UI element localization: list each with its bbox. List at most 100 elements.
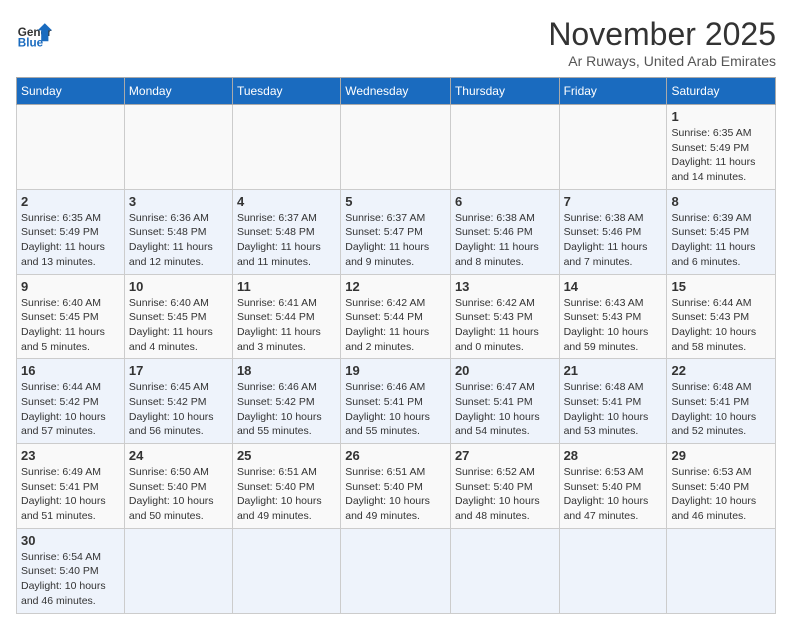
day-number: 28 — [564, 448, 663, 463]
weekday-thursday: Thursday — [450, 78, 559, 105]
calendar-cell: 2 Sunrise: 6:35 AM Sunset: 5:49 PM Daylig… — [17, 189, 125, 274]
day-number: 10 — [129, 279, 228, 294]
day-info: Sunrise: 6:46 AM Sunset: 5:41 PM Dayligh… — [345, 380, 446, 439]
calendar-cell — [124, 528, 232, 613]
weekday-friday: Friday — [559, 78, 667, 105]
calendar-cell: 28 Sunrise: 6:53 AM Sunset: 5:40 PM Dayli… — [559, 444, 667, 529]
day-number: 8 — [671, 194, 771, 209]
day-info: Sunrise: 6:46 AM Sunset: 5:42 PM Dayligh… — [237, 380, 336, 439]
calendar-cell — [341, 105, 451, 190]
day-info: Sunrise: 6:54 AM Sunset: 5:40 PM Dayligh… — [21, 550, 120, 609]
day-number: 30 — [21, 533, 120, 548]
day-number: 22 — [671, 363, 771, 378]
weekday-tuesday: Tuesday — [232, 78, 340, 105]
calendar-cell — [232, 528, 340, 613]
calendar-cell: 7 Sunrise: 6:38 AM Sunset: 5:46 PM Daylig… — [559, 189, 667, 274]
calendar-cell: 20Sunrise: 6:47 AM Sunset: 5:41 PM Dayli… — [450, 359, 559, 444]
calendar-cell: 29 Sunrise: 6:53 AM Sunset: 5:40 PM Dayli… — [667, 444, 776, 529]
calendar-cell: 9Sunrise: 6:40 AM Sunset: 5:45 PM Daylig… — [17, 274, 125, 359]
calendar-cell: 1Sunrise: 6:35 AM Sunset: 5:49 PM Daylig… — [667, 105, 776, 190]
day-number: 19 — [345, 363, 446, 378]
calendar-cell — [17, 105, 125, 190]
day-info: Sunrise: 6:50 AM Sunset: 5:40 PM Dayligh… — [129, 465, 228, 524]
calendar-cell: 24 Sunrise: 6:50 AM Sunset: 5:40 PM Dayli… — [124, 444, 232, 529]
calendar-week-0: 1Sunrise: 6:35 AM Sunset: 5:49 PM Daylig… — [17, 105, 776, 190]
calendar-cell: 13 Sunrise: 6:42 AM Sunset: 5:43 PM Dayli… — [450, 274, 559, 359]
day-info: Sunrise: 6:48 AM Sunset: 5:41 PM Dayligh… — [564, 380, 663, 439]
day-number: 20 — [455, 363, 555, 378]
day-number: 3 — [129, 194, 228, 209]
day-number: 5 — [345, 194, 446, 209]
day-number: 4 — [237, 194, 336, 209]
calendar-cell — [559, 528, 667, 613]
calendar-week-4: 23Sunrise: 6:49 AM Sunset: 5:41 PM Dayli… — [17, 444, 776, 529]
calendar-cell: 11 Sunrise: 6:41 AM Sunset: 5:44 PM Dayli… — [232, 274, 340, 359]
calendar-week-5: 30 Sunrise: 6:54 AM Sunset: 5:40 PM Dayli… — [17, 528, 776, 613]
day-number: 29 — [671, 448, 771, 463]
calendar-cell — [450, 528, 559, 613]
calendar-cell — [124, 105, 232, 190]
day-number: 15 — [671, 279, 771, 294]
day-info: Sunrise: 6:45 AM Sunset: 5:42 PM Dayligh… — [129, 380, 228, 439]
calendar-subtitle: Ar Ruways, United Arab Emirates — [548, 53, 776, 69]
day-number: 12 — [345, 279, 446, 294]
calendar-cell — [232, 105, 340, 190]
day-info: Sunrise: 6:43 AM Sunset: 5:43 PM Dayligh… — [564, 296, 663, 355]
calendar-cell: 25Sunrise: 6:51 AM Sunset: 5:40 PM Dayli… — [232, 444, 340, 529]
calendar-cell: 5 Sunrise: 6:37 AM Sunset: 5:47 PM Daylig… — [341, 189, 451, 274]
svg-text:Blue: Blue — [18, 37, 44, 50]
title-block: November 2025 Ar Ruways, United Arab Emi… — [548, 16, 776, 69]
day-info: Sunrise: 6:53 AM Sunset: 5:40 PM Dayligh… — [564, 465, 663, 524]
day-info: Sunrise: 6:42 AM Sunset: 5:43 PM Dayligh… — [455, 296, 555, 355]
day-info: Sunrise: 6:35 AM Sunset: 5:49 PM Dayligh… — [671, 126, 771, 185]
day-number: 11 — [237, 279, 336, 294]
day-number: 13 — [455, 279, 555, 294]
weekday-sunday: Sunday — [17, 78, 125, 105]
calendar-cell: 16 Sunrise: 6:44 AM Sunset: 5:42 PM Dayli… — [17, 359, 125, 444]
day-info: Sunrise: 6:35 AM Sunset: 5:49 PM Dayligh… — [21, 211, 120, 270]
calendar-cell: 17Sunrise: 6:45 AM Sunset: 5:42 PM Dayli… — [124, 359, 232, 444]
day-info: Sunrise: 6:41 AM Sunset: 5:44 PM Dayligh… — [237, 296, 336, 355]
calendar-cell — [450, 105, 559, 190]
calendar-cell — [667, 528, 776, 613]
calendar-cell — [341, 528, 451, 613]
day-number: 26 — [345, 448, 446, 463]
day-number: 14 — [564, 279, 663, 294]
day-number: 24 — [129, 448, 228, 463]
day-number: 27 — [455, 448, 555, 463]
calendar-cell — [559, 105, 667, 190]
calendar-cell: 21 Sunrise: 6:48 AM Sunset: 5:41 PM Dayli… — [559, 359, 667, 444]
weekday-wednesday: Wednesday — [341, 78, 451, 105]
calendar-cell: 14 Sunrise: 6:43 AM Sunset: 5:43 PM Dayli… — [559, 274, 667, 359]
calendar-cell: 18Sunrise: 6:46 AM Sunset: 5:42 PM Dayli… — [232, 359, 340, 444]
calendar-cell: 26 Sunrise: 6:51 AM Sunset: 5:40 PM Dayli… — [341, 444, 451, 529]
day-info: Sunrise: 6:51 AM Sunset: 5:40 PM Dayligh… — [345, 465, 446, 524]
day-info: Sunrise: 6:36 AM Sunset: 5:48 PM Dayligh… — [129, 211, 228, 270]
logo: General Blue — [16, 16, 52, 52]
day-info: Sunrise: 6:42 AM Sunset: 5:44 PM Dayligh… — [345, 296, 446, 355]
calendar-cell: 8Sunrise: 6:39 AM Sunset: 5:45 PM Daylig… — [667, 189, 776, 274]
day-number: 16 — [21, 363, 120, 378]
calendar-cell: 12 Sunrise: 6:42 AM Sunset: 5:44 PM Dayli… — [341, 274, 451, 359]
calendar-week-2: 9Sunrise: 6:40 AM Sunset: 5:45 PM Daylig… — [17, 274, 776, 359]
logo-icon: General Blue — [16, 16, 52, 52]
day-number: 2 — [21, 194, 120, 209]
day-info: Sunrise: 6:44 AM Sunset: 5:42 PM Dayligh… — [21, 380, 120, 439]
calendar-cell: 22Sunrise: 6:48 AM Sunset: 5:41 PM Dayli… — [667, 359, 776, 444]
header: General Blue November 2025 Ar Ruways, Un… — [16, 16, 776, 69]
day-info: Sunrise: 6:38 AM Sunset: 5:46 PM Dayligh… — [564, 211, 663, 270]
calendar-cell: 3 Sunrise: 6:36 AM Sunset: 5:48 PM Daylig… — [124, 189, 232, 274]
calendar-cell: 4 Sunrise: 6:37 AM Sunset: 5:48 PM Daylig… — [232, 189, 340, 274]
calendar-title: November 2025 — [548, 16, 776, 53]
weekday-header-row: SundayMondayTuesdayWednesdayThursdayFrid… — [17, 78, 776, 105]
day-info: Sunrise: 6:37 AM Sunset: 5:47 PM Dayligh… — [345, 211, 446, 270]
day-number: 7 — [564, 194, 663, 209]
day-info: Sunrise: 6:53 AM Sunset: 5:40 PM Dayligh… — [671, 465, 771, 524]
day-info: Sunrise: 6:37 AM Sunset: 5:48 PM Dayligh… — [237, 211, 336, 270]
day-number: 23 — [21, 448, 120, 463]
day-info: Sunrise: 6:52 AM Sunset: 5:40 PM Dayligh… — [455, 465, 555, 524]
calendar-cell: 19 Sunrise: 6:46 AM Sunset: 5:41 PM Dayli… — [341, 359, 451, 444]
day-number: 21 — [564, 363, 663, 378]
calendar-cell: 15Sunrise: 6:44 AM Sunset: 5:43 PM Dayli… — [667, 274, 776, 359]
calendar-cell: 10Sunrise: 6:40 AM Sunset: 5:45 PM Dayli… — [124, 274, 232, 359]
